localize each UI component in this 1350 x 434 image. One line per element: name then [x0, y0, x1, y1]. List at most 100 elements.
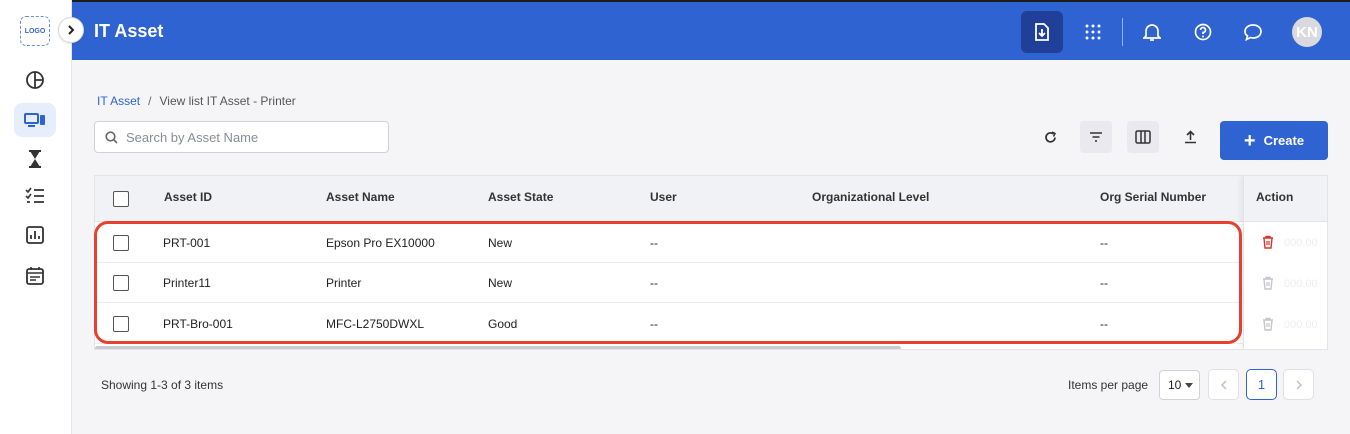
cell-asset-id: PRT-001 — [163, 236, 211, 250]
cell-asset-state: New — [488, 276, 513, 290]
page-number-button[interactable]: 1 — [1246, 369, 1277, 400]
bar-chart-icon — [26, 226, 44, 244]
table-header: Asset ID Asset Name Asset State User Org… — [95, 176, 1327, 222]
cell-org-serial: -- — [1100, 317, 1108, 331]
cell-asset-name: MFC-L2750DWXL — [326, 317, 425, 331]
chat-button[interactable] — [1232, 11, 1274, 53]
pagination-summary: Showing 1-3 of 3 items — [101, 378, 224, 392]
items-per-page-select[interactable]: 10 — [1159, 370, 1200, 400]
search-icon — [105, 130, 118, 144]
column-header-org-serial[interactable]: Org Serial Number — [1100, 190, 1206, 204]
table-row[interactable]: PRT-Bro-001 MFC-L2750DWXL Good -- -- — [95, 304, 1327, 344]
row-checkbox[interactable] — [113, 275, 129, 291]
delete-button-disabled — [1262, 276, 1274, 295]
table-row[interactable]: Printer11 Printer New -- -- — [95, 263, 1327, 303]
cell-org-serial: -- — [1100, 276, 1108, 290]
chevron-down-icon — [1185, 383, 1193, 388]
column-header-asset-name[interactable]: Asset Name — [326, 190, 395, 204]
trash-icon — [1263, 276, 1273, 290]
search-box — [94, 121, 389, 153]
chevron-right-icon — [68, 25, 75, 35]
checklist-icon — [25, 187, 44, 203]
select-all-checkbox[interactable] — [113, 191, 129, 207]
filter-button[interactable] — [1080, 121, 1112, 153]
cell-user: -- — [650, 236, 658, 250]
filter-icon — [1090, 132, 1102, 142]
export-icon — [1184, 130, 1196, 144]
avatar[interactable]: KN — [1292, 17, 1322, 47]
notifications-button[interactable] — [1131, 11, 1173, 53]
nav-checklist[interactable] — [14, 179, 56, 213]
items-per-page-label: Items per page — [1068, 378, 1149, 392]
cell-user: -- — [650, 317, 658, 331]
cell-asset-id: PRT-Bro-001 — [163, 317, 233, 331]
header-divider — [1122, 18, 1123, 46]
sidebar: LOGO — [0, 0, 72, 434]
cell-org-serial: -- — [1100, 236, 1108, 250]
nav-it-asset[interactable] — [14, 103, 56, 137]
chevron-right-icon — [1295, 379, 1302, 390]
action-header-label: Action — [1256, 190, 1294, 204]
download-icon — [1035, 23, 1049, 41]
column-header-asset-state[interactable]: Asset State — [488, 190, 553, 204]
top-header: IT Asset KN — [72, 0, 1350, 60]
cell-user: -- — [650, 276, 658, 290]
column-header-org-level[interactable]: Organizational Level — [812, 190, 929, 204]
bell-icon — [1143, 24, 1161, 41]
refresh-icon — [1044, 130, 1056, 143]
nav-pending[interactable] — [14, 142, 56, 176]
asset-table: Asset ID Asset Name Asset State User Org… — [94, 175, 1328, 350]
delete-button[interactable] — [1262, 235, 1274, 254]
page-title: IT Asset — [94, 21, 164, 41]
hidden-cell-text: 000.00 — [1284, 278, 1318, 290]
calendar-icon — [26, 266, 44, 285]
column-header-asset-id[interactable]: Asset ID — [164, 190, 212, 204]
refresh-button[interactable] — [1034, 121, 1066, 153]
create-button-label: Create — [1263, 133, 1305, 148]
horizontal-scrollbar[interactable] — [95, 346, 901, 349]
pie-chart-icon — [26, 71, 44, 89]
chat-icon — [1244, 24, 1262, 41]
create-button[interactable]: + Create — [1220, 121, 1328, 160]
chevron-left-icon — [1220, 379, 1227, 390]
export-button[interactable] — [1174, 121, 1206, 153]
cell-asset-id: Printer11 — [163, 276, 211, 290]
hourglass-icon — [29, 150, 41, 168]
row-checkbox[interactable] — [113, 235, 129, 251]
help-button[interactable] — [1182, 11, 1224, 53]
breadcrumb-separator: / — [148, 94, 152, 108]
prev-page-button[interactable] — [1208, 369, 1239, 400]
trash-icon — [1263, 317, 1273, 331]
columns-button[interactable] — [1127, 121, 1159, 153]
cell-asset-state: New — [488, 236, 513, 250]
delete-button-disabled — [1262, 317, 1274, 336]
nav-reports[interactable] — [14, 218, 56, 252]
plus-icon: + — [1243, 129, 1256, 152]
nav-dashboard[interactable] — [14, 63, 56, 97]
help-icon — [1194, 23, 1212, 41]
action-header: Action — [1244, 176, 1327, 222]
items-per-page-value: 10 — [1168, 378, 1182, 392]
apps-grid-icon — [1085, 24, 1101, 40]
table-row[interactable]: PRT-001 Epson Pro EX10000 New -- -- — [95, 223, 1327, 263]
trash-icon — [1263, 235, 1273, 249]
cell-asset-name: Epson Pro EX10000 — [326, 236, 435, 250]
sidebar-toggle-button[interactable] — [58, 17, 84, 43]
hidden-cell-text: 000.00 — [1284, 319, 1318, 331]
logo: LOGO — [20, 16, 50, 46]
breadcrumb-current: View list IT Asset - Printer — [159, 94, 296, 108]
row-checkbox[interactable] — [113, 316, 129, 332]
action-column: Action 000.00 000.00 000.00 — [1243, 176, 1327, 349]
cell-asset-name: Printer — [326, 276, 362, 290]
apps-button[interactable] — [1072, 11, 1114, 53]
search-input[interactable] — [126, 129, 366, 145]
breadcrumb-root-link[interactable]: IT Asset — [97, 94, 140, 108]
nav-calendar[interactable] — [14, 258, 56, 292]
hidden-cell-text: 000.00 — [1284, 237, 1318, 249]
download-button[interactable] — [1021, 11, 1063, 53]
columns-icon — [1135, 130, 1151, 144]
next-page-button[interactable] — [1283, 369, 1314, 400]
devices-icon — [24, 113, 45, 127]
column-header-user[interactable]: User — [650, 190, 677, 204]
breadcrumb: IT Asset / View list IT Asset - Printer — [97, 94, 296, 108]
